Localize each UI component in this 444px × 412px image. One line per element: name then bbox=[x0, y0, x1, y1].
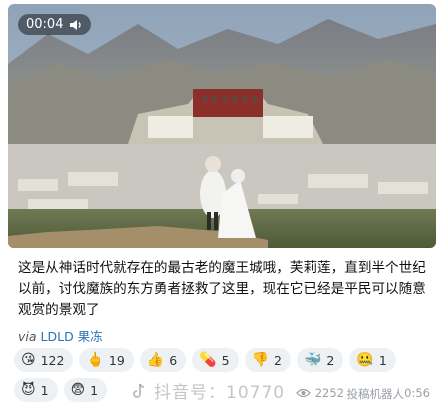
reaction-emoji-icon: 🖕 bbox=[86, 352, 104, 368]
reaction-chip[interactable]: 🖕 19 bbox=[79, 348, 134, 372]
video-timer: 00:04 bbox=[18, 14, 92, 35]
eye-icon bbox=[295, 388, 311, 398]
via-line: via LDLD 果冻 bbox=[18, 326, 103, 345]
video-time-label: 00:04 bbox=[26, 17, 64, 32]
video-frame bbox=[8, 4, 436, 248]
reaction-count: 2 bbox=[274, 352, 282, 368]
reaction-count: 19 bbox=[108, 352, 125, 368]
reaction-emoji-icon: 👎 bbox=[251, 352, 270, 368]
via-label: via bbox=[18, 329, 37, 344]
reaction-count: 122 bbox=[40, 352, 65, 368]
reaction-chip[interactable]: 💊 5 bbox=[192, 348, 239, 372]
via-author-link[interactable]: LDLD 果冻 bbox=[41, 329, 103, 344]
post-time: 0:56 bbox=[404, 386, 430, 400]
reaction-emoji-icon: 👍 bbox=[146, 352, 165, 368]
reaction-count: 5 bbox=[221, 352, 230, 368]
speaker-icon[interactable] bbox=[69, 18, 83, 32]
video-player[interactable]: 00:04 bbox=[8, 4, 436, 248]
reaction-chip[interactable]: 👍 6 bbox=[139, 348, 187, 372]
reaction-emoji-icon: 🤐 bbox=[356, 352, 374, 368]
reaction-emoji-icon: 😘 bbox=[21, 352, 36, 368]
reaction-chip[interactable]: 🤐 1 bbox=[349, 348, 396, 372]
post-caption: 这是从神话时代就存在的最古老的魔王城哦，芙莉莲，直到半个世纪以前，讨伐魔族的东方… bbox=[18, 260, 426, 318]
reaction-chip[interactable]: 👎 2 bbox=[244, 348, 291, 372]
reaction-count: 6 bbox=[169, 352, 178, 368]
reaction-chip[interactable]: 🐳 2 bbox=[296, 348, 344, 372]
message-post: 00:04 这是从神话时代就存在的最古老的魔王城哦，芙莉莲，直到半个世纪以前，讨… bbox=[0, 0, 444, 412]
post-author: 投稿机器人 bbox=[346, 387, 405, 401]
reaction-emoji-icon: 💊 bbox=[199, 352, 217, 368]
reaction-chip[interactable]: 😘 122 bbox=[14, 348, 74, 372]
reaction-count: 1 bbox=[378, 352, 387, 368]
reaction-emoji-icon: 🐳 bbox=[303, 352, 322, 368]
view-count: 2252 bbox=[295, 386, 344, 400]
message-footer: 2252 投稿机器人 0:56 bbox=[0, 378, 444, 412]
reaction-count: 2 bbox=[326, 352, 335, 368]
view-count-label: 2252 bbox=[314, 386, 344, 400]
